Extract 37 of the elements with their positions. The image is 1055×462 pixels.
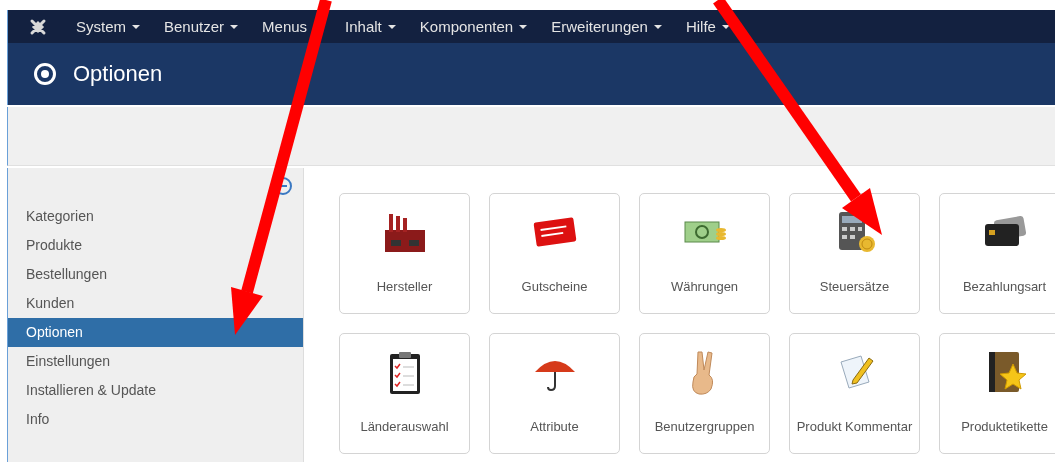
tile-label: Währungen xyxy=(670,279,739,294)
sidebar-item[interactable]: Bestellungen xyxy=(8,260,303,289)
tile-label: Benutzergruppen xyxy=(654,419,755,434)
nav-menu-item[interactable]: Komponenten xyxy=(407,10,540,43)
tile-label: Gutscheine xyxy=(521,279,588,294)
option-tile[interactable]: Steuersätze xyxy=(789,193,920,314)
circle-dot-icon xyxy=(33,62,57,86)
tile-label: Länderauswahl xyxy=(360,419,449,434)
tile-label: Produkt Kommentar xyxy=(796,419,913,434)
nav-menu-item[interactable]: Benutzer xyxy=(152,10,251,43)
sidebar-item[interactable]: Installieren & Update xyxy=(8,376,303,405)
nav-menu-item[interactable]: Erweiterungen xyxy=(539,10,674,43)
page-title: Optionen xyxy=(73,61,163,87)
tile-label: Produktetikette xyxy=(961,419,1048,434)
sidebar-item[interactable]: Info xyxy=(8,405,303,434)
sidebar-item[interactable]: Einstellungen xyxy=(8,347,303,376)
nav-menu-item[interactable]: Menus xyxy=(250,10,334,43)
option-tile[interactable]: Länderauswahl xyxy=(339,333,470,454)
sidebar-item[interactable]: Produkte xyxy=(8,231,303,260)
nav-menu-item[interactable]: Inhalt xyxy=(333,10,408,43)
sidebar-item[interactable]: Kategorien xyxy=(8,202,303,231)
nav-menu-item[interactable]: Hilfe xyxy=(673,10,742,43)
option-tile[interactable]: Attribute xyxy=(489,333,620,454)
option-tile[interactable]: Benutzergruppen xyxy=(639,333,770,454)
tile-label: Attribute xyxy=(530,419,579,434)
tile-label: Bezahlungsart xyxy=(962,279,1047,294)
sidebar-item[interactable]: Optionen xyxy=(8,318,303,347)
nav-menu-item[interactable]: System xyxy=(64,10,152,43)
sidebar-item[interactable]: Kunden xyxy=(8,289,303,318)
option-tile[interactable]: Währungen xyxy=(639,193,770,314)
option-tile[interactable]: Produkt Kommentar xyxy=(789,333,920,454)
option-tile[interactable]: Hersteller xyxy=(339,193,470,314)
tile-label: Steuersätze xyxy=(819,279,890,294)
option-tile[interactable]: Gutscheine xyxy=(489,193,620,314)
option-tile[interactable]: Produktetikette xyxy=(939,333,1055,454)
tile-label: Hersteller xyxy=(376,279,433,294)
option-tile[interactable]: Bezahlungsart xyxy=(939,193,1055,314)
